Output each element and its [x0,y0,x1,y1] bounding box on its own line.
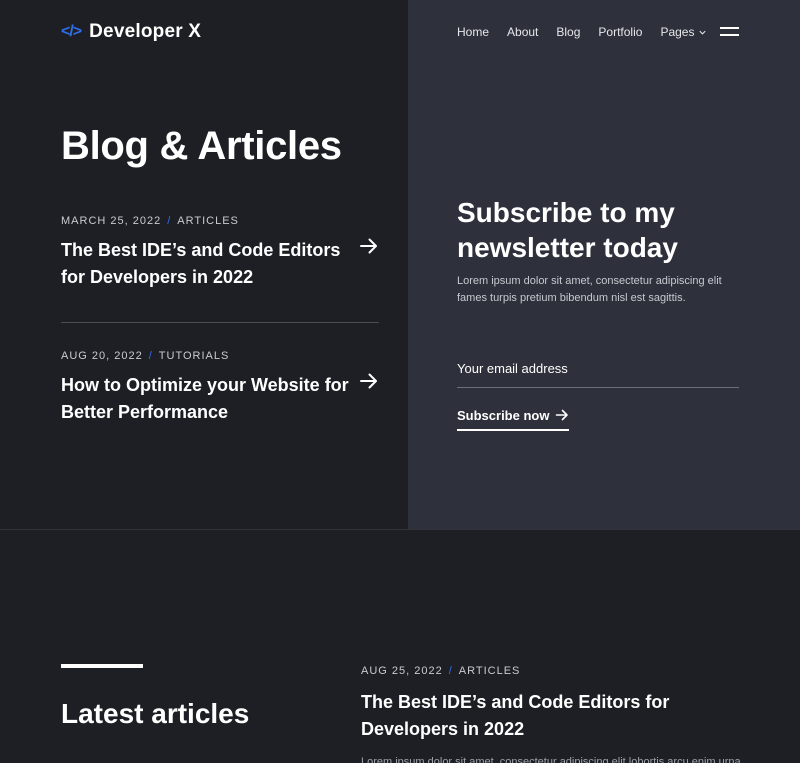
post-category[interactable]: ARTICLES [177,215,239,227]
meta-separator: / [448,665,453,677]
meta-separator: / [148,350,153,362]
post-date: MARCH 25, 2022 [61,215,162,227]
post-meta: AUG 20, 2022 / TUTORIALS [61,349,379,363]
newsletter-description: Lorem ipsum dolor sit amet, consectetur … [457,275,722,304]
section-accent-bar [61,664,143,668]
nav-link-home[interactable]: Home [457,24,489,40]
meta-separator: / [167,215,172,227]
post-date: AUG 20, 2022 [61,350,143,362]
menu-icon[interactable] [720,25,739,37]
post-category[interactable]: TUTORIALS [159,350,230,362]
menu-icon-line [720,34,739,36]
arrow-right-icon [556,409,569,421]
hero-section: </> Developer X Home About Blog Portfoli… [0,0,800,529]
subscribe-button[interactable]: Subscribe now [457,405,570,431]
arrow-right-icon[interactable] [359,371,379,391]
post-excerpt: Lorem ipsum dolor sit amet, consectetur … [361,756,741,763]
blog-post[interactable]: AUG 20, 2022 / TUTORIALS How to Optimize y… [61,349,379,426]
arrow-right-icon[interactable] [359,236,379,256]
post-category[interactable]: ARTICLES [459,665,521,677]
logo-link[interactable]: </> Developer X [61,20,201,44]
latest-articles-title: Latest articles [61,698,250,729]
blog-post[interactable]: MARCH 25, 2022 / ARTICLES The Best IDE’s a… [61,214,379,291]
nav-link-pages[interactable]: Pages [660,24,707,40]
email-field[interactable] [457,349,739,388]
post-title[interactable]: The Best IDE’s and Code Editors for Deve… [361,689,701,743]
code-icon: </> [61,23,82,40]
main-nav: Home About Blog Portfolio Pages [457,24,707,40]
nav-link-blog[interactable]: Blog [556,24,580,40]
post-meta: AUG 25, 2022 / ARTICLES [361,664,741,678]
post-date: AUG 25, 2022 [361,665,443,677]
chevron-down-icon [699,30,707,35]
menu-icon-line [720,27,739,29]
nav-link-portfolio[interactable]: Portfolio [598,24,642,40]
post-meta: MARCH 25, 2022 / ARTICLES [61,214,379,228]
post-divider [61,322,379,323]
newsletter-title: Subscribe to my newsletter today [457,197,678,263]
nav-link-about[interactable]: About [507,24,538,40]
page-title: Blog & Articles [61,124,342,168]
nav-link-pages-label: Pages [660,25,695,39]
subscribe-button-label: Subscribe now [457,407,550,423]
post-title[interactable]: The Best IDE’s and Code Editors for Deve… [61,237,351,291]
latest-post[interactable]: AUG 25, 2022 / ARTICLES The Best IDE’s and… [361,664,741,763]
logo-text: Developer X [89,21,202,42]
post-title[interactable]: How to Optimize your Website for Better … [61,372,351,426]
section-divider [0,529,800,530]
page: </> Developer X Home About Blog Portfoli… [0,0,800,763]
